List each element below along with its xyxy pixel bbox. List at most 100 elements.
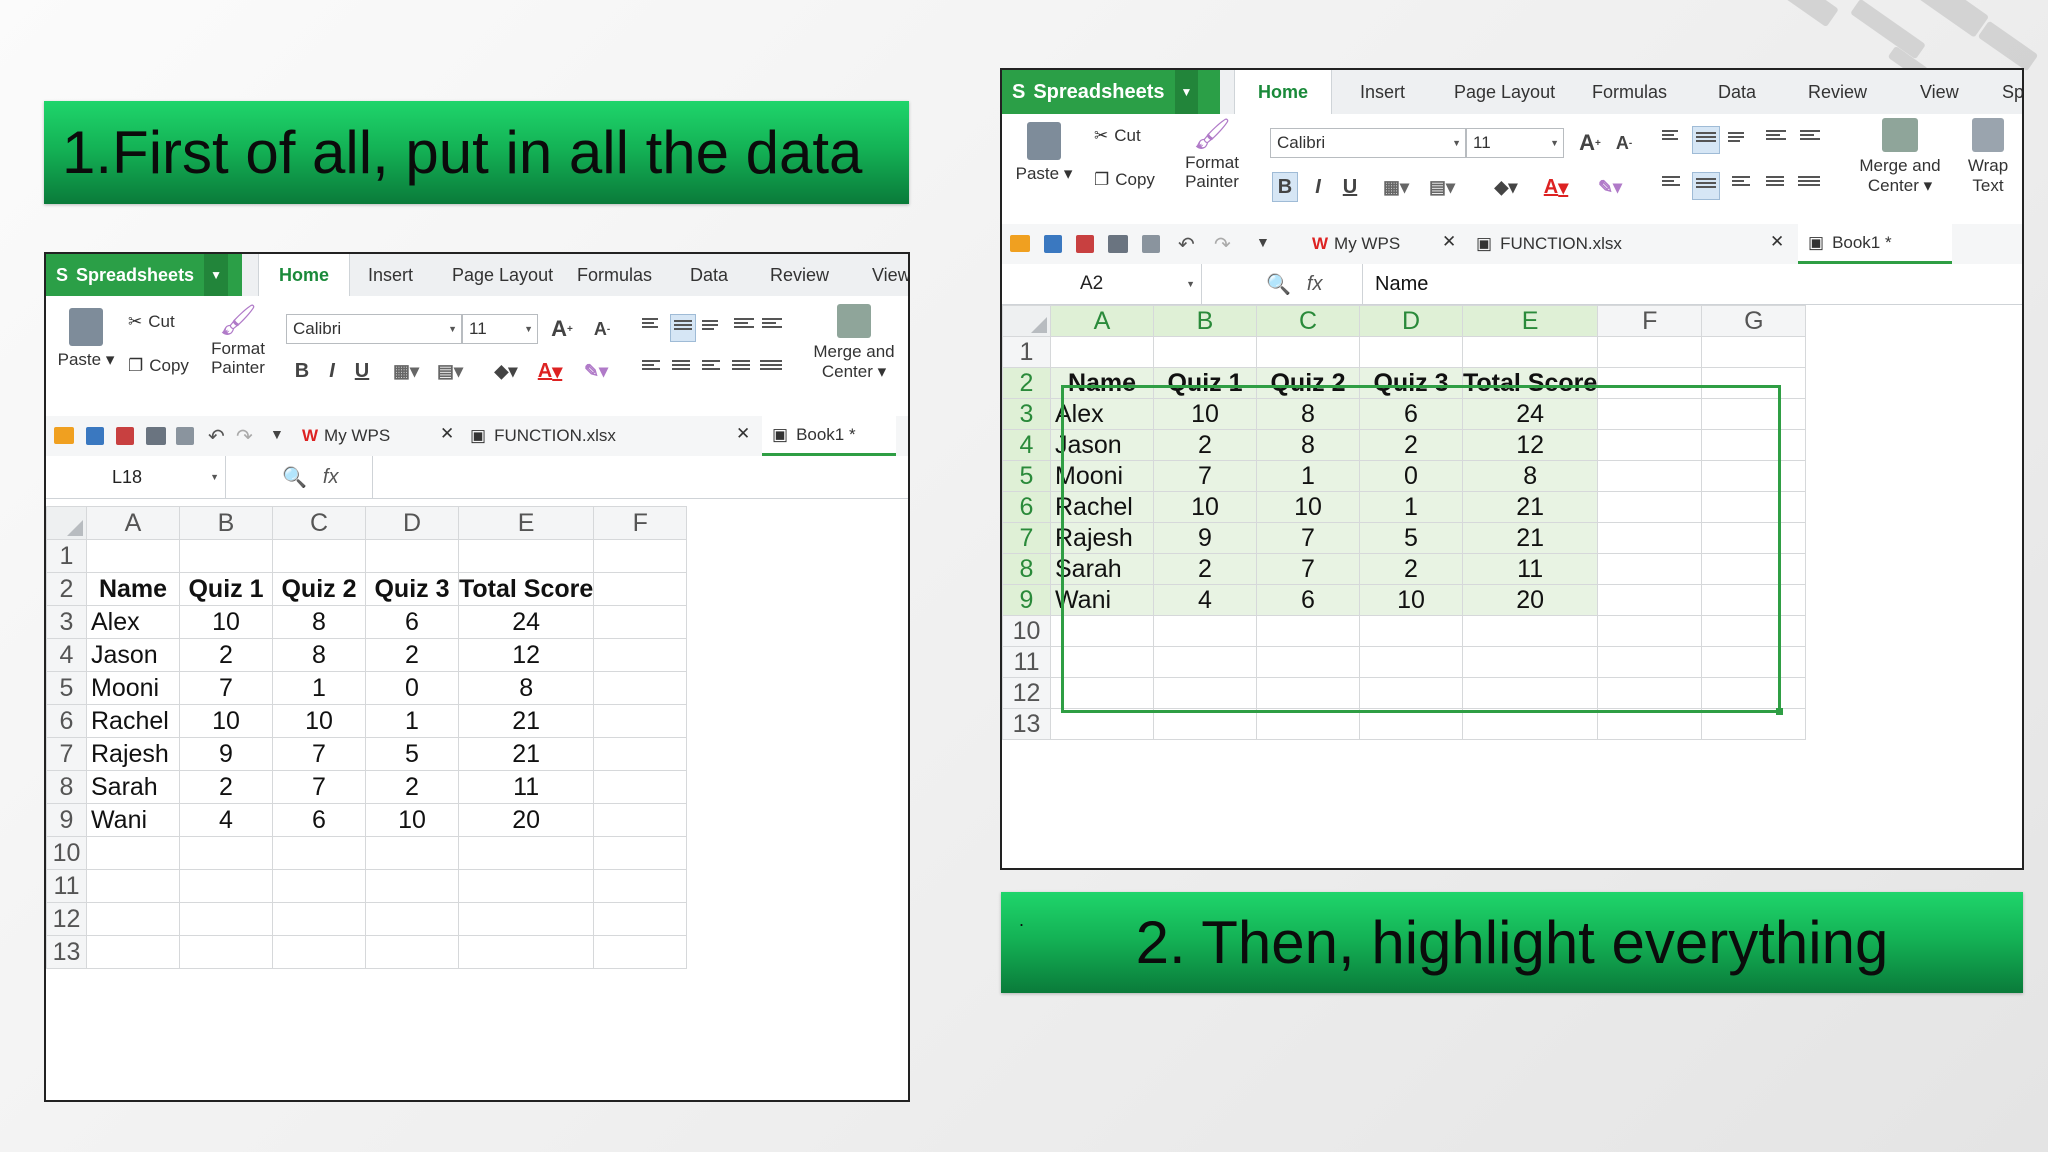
cell-b2[interactable]: Quiz 1 [179, 572, 273, 606]
cell-b12[interactable] [179, 902, 273, 936]
row-header[interactable]: 10 [46, 836, 87, 870]
cell-e10[interactable] [457, 836, 595, 870]
cell-g9[interactable] [1701, 584, 1807, 616]
align-bottom-icon[interactable] [1728, 130, 1748, 154]
cell-f5[interactable] [1597, 460, 1703, 492]
cell-f7[interactable] [1597, 522, 1703, 554]
tab-review[interactable]: Review [1808, 70, 1867, 114]
row-header[interactable]: 2 [1002, 367, 1051, 399]
cell-e10[interactable] [1461, 615, 1599, 647]
cell-d13[interactable] [1359, 708, 1463, 740]
cell-a10[interactable] [86, 836, 180, 870]
cell-e11[interactable] [457, 869, 595, 903]
tab-page-layout[interactable]: Page Layout [452, 254, 553, 296]
cell-b4[interactable]: 2 [179, 638, 273, 672]
cell-c1[interactable] [1256, 336, 1360, 368]
cell-e3[interactable]: 24 [457, 605, 595, 639]
cell-g5[interactable] [1701, 460, 1807, 492]
row-header[interactable]: 11 [46, 869, 87, 903]
underline-button[interactable]: U [350, 356, 374, 386]
name-box[interactable]: A2 ▼ [1002, 264, 1202, 304]
cell-f4[interactable] [593, 638, 688, 672]
cell-b5[interactable]: 7 [1153, 460, 1257, 492]
select-all-corner[interactable] [1002, 305, 1051, 337]
cell-c9[interactable]: 6 [1256, 584, 1360, 616]
cell-e1[interactable] [1461, 336, 1599, 368]
cell-g6[interactable] [1701, 491, 1807, 523]
cell-c13[interactable] [1256, 708, 1360, 740]
cell-c13[interactable] [272, 935, 366, 969]
cell-a11[interactable] [86, 869, 180, 903]
cell-g13[interactable] [1701, 708, 1807, 740]
clear-format-icon[interactable]: ✎▾ [576, 356, 616, 386]
align-top-icon[interactable] [642, 316, 662, 340]
cell-f3[interactable] [593, 605, 688, 639]
row-header[interactable]: 13 [1002, 708, 1051, 740]
fill-color-icon[interactable]: ◆▾ [1486, 172, 1526, 202]
cell-d2[interactable]: Quiz 3 [1359, 367, 1463, 399]
open-folder-icon[interactable] [54, 427, 74, 444]
cell-c3[interactable]: 8 [1256, 398, 1360, 430]
cell-d10[interactable] [365, 836, 459, 870]
cell-e2[interactable]: Total Score [1461, 367, 1599, 399]
cell-d2[interactable]: Quiz 3 [365, 572, 459, 606]
app-brand[interactable]: S Spreadsheets ▼ [1002, 70, 1220, 114]
merge-center-button[interactable]: Merge and Center ▾ [806, 304, 902, 381]
cell-b3[interactable]: 10 [1153, 398, 1257, 430]
cell-b12[interactable] [1153, 677, 1257, 709]
cell-c10[interactable] [1256, 615, 1360, 647]
redo-icon[interactable]: ↷ [236, 424, 253, 449]
name-box[interactable]: L18 ▼ [46, 456, 226, 498]
increase-indent-icon[interactable] [762, 316, 784, 340]
function-icon[interactable]: fx [1307, 273, 1323, 296]
column-header-e[interactable]: E [1461, 305, 1599, 337]
cell-a9[interactable]: Wani [1050, 584, 1154, 616]
row-header[interactable]: 1 [46, 539, 87, 573]
cell-c12[interactable] [272, 902, 366, 936]
cell-a8[interactable]: Sarah [86, 770, 180, 804]
cell-c5[interactable]: 1 [1256, 460, 1360, 492]
tab-insert[interactable]: Insert [368, 254, 413, 296]
row-header[interactable]: 9 [46, 803, 87, 837]
cell-f7[interactable] [593, 737, 688, 771]
cell-a13[interactable] [86, 935, 180, 969]
row-header[interactable]: 13 [46, 935, 87, 969]
cell-f5[interactable] [593, 671, 688, 705]
cell-d4[interactable]: 2 [365, 638, 459, 672]
row-header[interactable]: 6 [46, 704, 87, 738]
cell-f2[interactable] [1597, 367, 1703, 399]
tab-data[interactable]: Data [1718, 70, 1756, 114]
print-preview-icon[interactable] [1142, 235, 1160, 253]
column-header-b[interactable]: B [179, 506, 273, 540]
cell-style-icon[interactable]: ▤▾ [430, 356, 470, 386]
row-header[interactable]: 4 [1002, 429, 1051, 461]
distribute-icon[interactable] [760, 358, 784, 382]
cell-c2[interactable]: Quiz 2 [1256, 367, 1360, 399]
column-header-g[interactable]: G [1701, 305, 1807, 337]
cell-b1[interactable] [1153, 336, 1257, 368]
cell-a1[interactable] [86, 539, 180, 573]
cell-a9[interactable]: Wani [86, 803, 180, 837]
column-header-c[interactable]: C [272, 506, 366, 540]
cell-d7[interactable]: 5 [1359, 522, 1463, 554]
cell-c7[interactable]: 7 [1256, 522, 1360, 554]
cell-b10[interactable] [179, 836, 273, 870]
cell-e9[interactable]: 20 [1461, 584, 1599, 616]
cell-b9[interactable]: 4 [179, 803, 273, 837]
cell-a2[interactable]: Name [1050, 367, 1154, 399]
cell-a1[interactable] [1050, 336, 1154, 368]
cell-d9[interactable]: 10 [365, 803, 459, 837]
cell-e11[interactable] [1461, 646, 1599, 678]
tab-page-layout[interactable]: Page Layout [1454, 70, 1555, 114]
align-middle-icon[interactable] [670, 314, 696, 342]
cut-button[interactable]: ✂ Cut [128, 312, 175, 332]
cell-c2[interactable]: Quiz 2 [272, 572, 366, 606]
cell-f4[interactable] [1597, 429, 1703, 461]
cell-f10[interactable] [593, 836, 688, 870]
shrink-font-button[interactable]: A- [590, 314, 614, 344]
cell-d13[interactable] [365, 935, 459, 969]
cell-g4[interactable] [1701, 429, 1807, 461]
cell-d11[interactable] [365, 869, 459, 903]
border-icon[interactable]: ▦▾ [1378, 172, 1414, 202]
italic-button[interactable]: I [320, 356, 344, 386]
